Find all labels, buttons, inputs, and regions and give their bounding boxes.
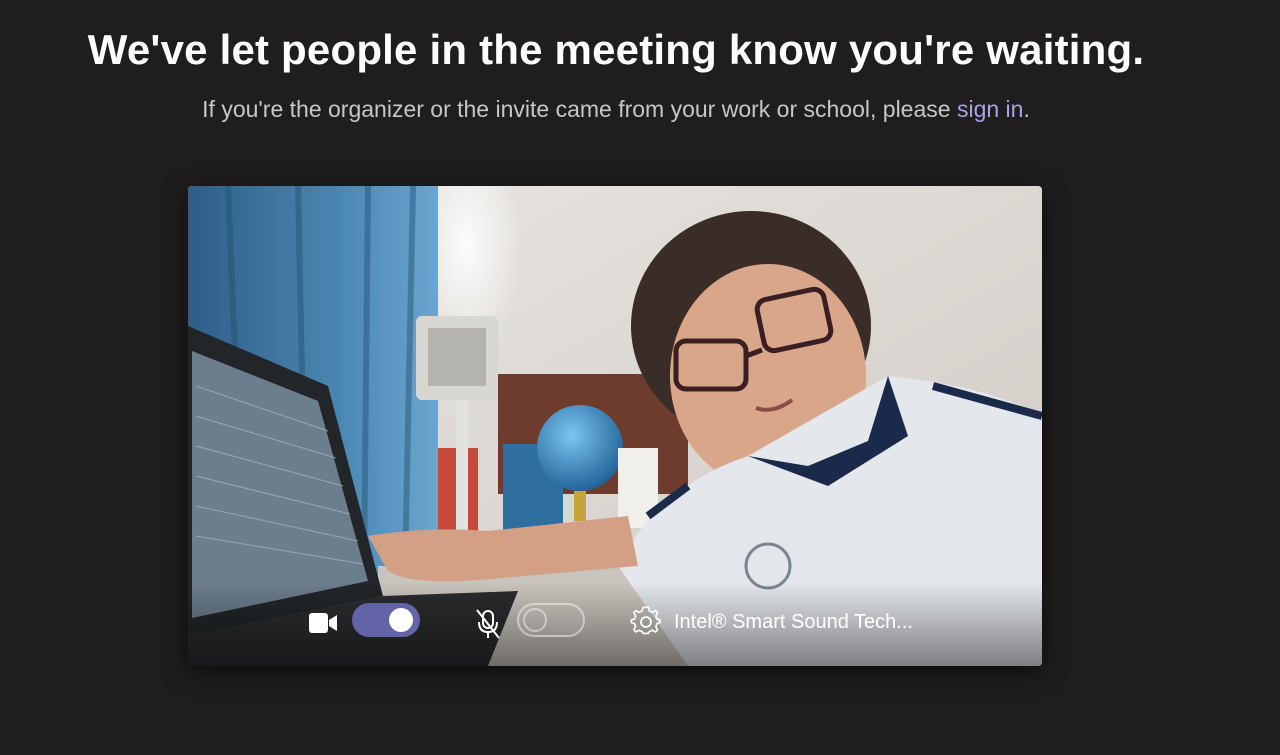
sign-in-link[interactable]: sign in [957,96,1023,122]
subtitle-period: . [1023,96,1030,122]
page-title: We've let people in the meeting know you… [87,26,1145,73]
camera-toggle[interactable] [352,603,420,637]
page-subtitle: If you're the organizer or the invite ca… [0,96,1232,123]
camera-toggle-knob [389,608,413,632]
microphone-toggle[interactable] [517,603,585,637]
microphone-off-icon[interactable] [474,608,502,640]
video-preview: Intel® Smart Sound Tech... [188,186,1042,666]
audio-device-selector[interactable]: Intel® Smart Sound Tech... [630,606,913,638]
video-camera-icon[interactable] [308,610,338,636]
pre-join-screen: We've let people in the meeting know you… [0,0,1280,755]
preview-controls-bar: Intel® Smart Sound Tech... [188,582,1042,666]
microphone-toggle-knob [523,608,547,632]
gear-icon [630,606,661,635]
subtitle-text: If you're the organizer or the invite ca… [202,96,957,122]
audio-device-label: Intel® Smart Sound Tech... [674,610,913,633]
